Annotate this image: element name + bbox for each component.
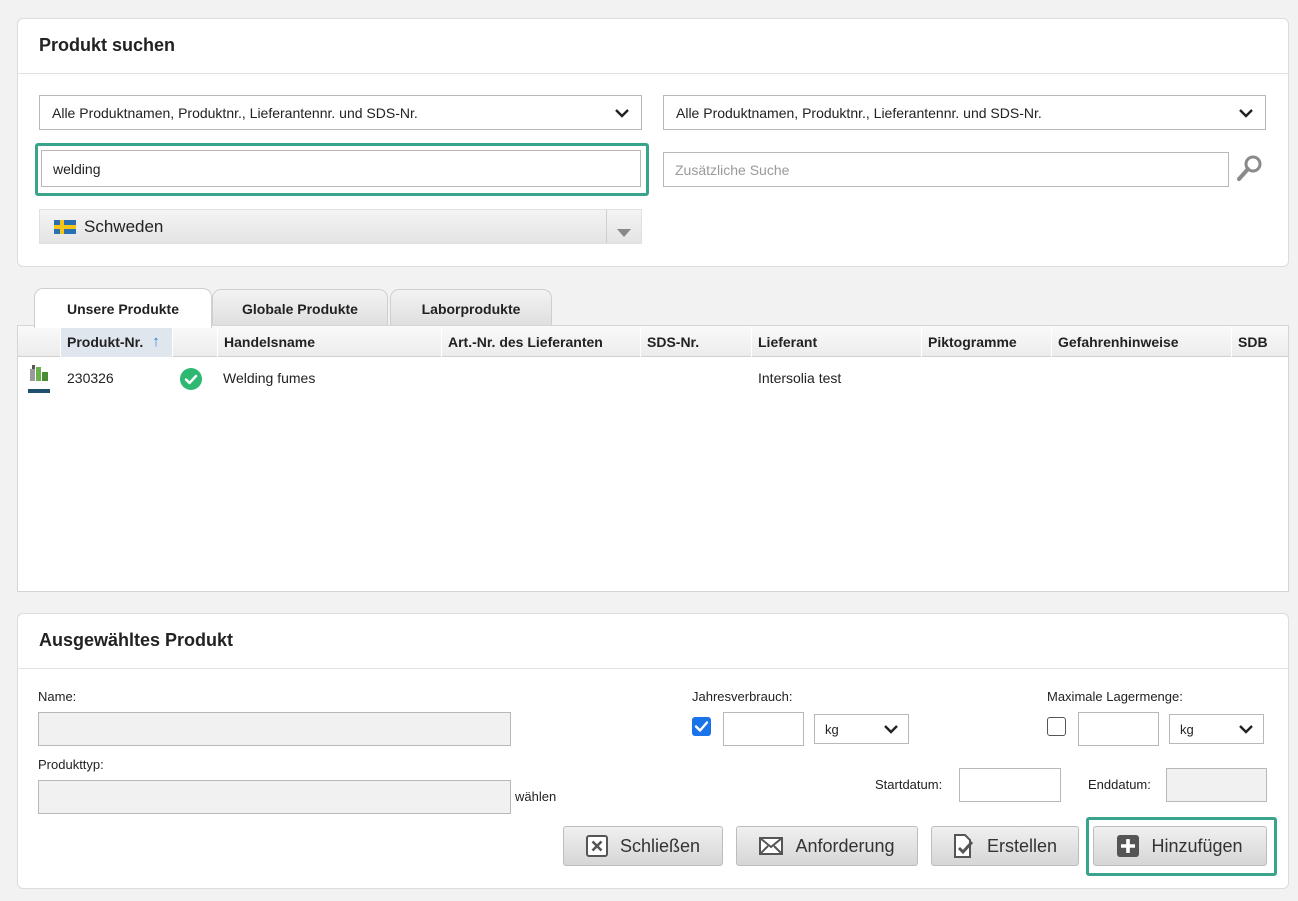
- sort-arrow-icon: ↑: [152, 333, 160, 350]
- column-header-label: Gefahrenhinweise: [1058, 333, 1179, 350]
- column-status: [173, 326, 218, 357]
- close-button[interactable]: Schließen: [563, 826, 723, 866]
- annual-consumption-checkbox[interactable]: [692, 717, 711, 736]
- annual-unit-value: kg: [825, 721, 839, 737]
- search-panel-title: Produkt suchen: [39, 35, 176, 55]
- divider: [18, 73, 1288, 74]
- column-header-art-nr[interactable]: Art.-Nr. des Lieferanten: [442, 326, 641, 357]
- column-header-label: Piktogramme: [928, 333, 1017, 350]
- annual-consumption-label: Jahresverbrauch:: [692, 689, 793, 704]
- tab-label: Globale Produkte: [242, 300, 358, 317]
- column-header-sds-nr[interactable]: SDS-Nr.: [641, 326, 752, 357]
- tab-unsere-produkte[interactable]: Unsere Produkte: [34, 288, 212, 328]
- envelope-icon: [759, 837, 784, 855]
- search-scope-dropdown-right[interactable]: Alle Produktnamen, Produktnr., Lieferant…: [663, 95, 1266, 130]
- tab-laborprodukte[interactable]: Laborprodukte: [390, 289, 552, 327]
- search-scope-dropdown-left[interactable]: Alle Produktnamen, Produktnr., Lieferant…: [39, 95, 642, 130]
- request-button-label: Anforderung: [795, 835, 895, 856]
- plus-icon: [1117, 835, 1140, 857]
- create-button[interactable]: Erstellen: [931, 826, 1079, 866]
- cell-trade-name: Welding fumes: [223, 370, 316, 386]
- annual-consumption-input[interactable]: [723, 712, 804, 746]
- choose-link[interactable]: wählen: [515, 789, 556, 804]
- column-header-piktogramme[interactable]: Piktogramme: [922, 326, 1052, 357]
- search-input-value: welding: [53, 160, 101, 177]
- tab-label: Unsere Produkte: [66, 300, 180, 317]
- product-type-field: [38, 780, 511, 814]
- column-header-handelsname[interactable]: Handelsname: [218, 326, 442, 357]
- tab-globale-produkte[interactable]: Globale Produkte: [212, 289, 388, 327]
- annual-unit-select[interactable]: kg: [814, 714, 909, 744]
- document-pen-icon: [953, 834, 975, 858]
- column-header-label: SDB: [1238, 333, 1268, 350]
- search-input[interactable]: welding: [41, 150, 641, 187]
- chevron-down-icon: [1239, 106, 1253, 120]
- add-button[interactable]: Hinzufügen: [1093, 826, 1267, 866]
- start-date-input[interactable]: [959, 768, 1061, 802]
- column-header-label: SDS-Nr.: [647, 333, 700, 350]
- close-box-icon: [585, 835, 608, 857]
- column-header-produkt-nr[interactable]: Produkt-Nr. ↑: [61, 326, 173, 357]
- cell-supplier: Intersolia test: [758, 370, 842, 386]
- create-button-label: Erstellen: [986, 835, 1058, 856]
- max-unit-select[interactable]: kg: [1169, 714, 1264, 744]
- product-icon: [28, 363, 50, 393]
- search-scope-right-value: Alle Produktnamen, Produktnr., Lieferant…: [676, 104, 1042, 121]
- add-button-label: Hinzufügen: [1151, 835, 1243, 856]
- products-table: Produkt-Nr. ↑ Handelsname Art.-Nr. des L…: [17, 325, 1289, 592]
- cell-product-no: 230326: [67, 370, 114, 386]
- additional-search-input[interactable]: Zusätzliche Suche: [663, 152, 1229, 187]
- additional-search-placeholder: Zusätzliche Suche: [675, 161, 790, 178]
- start-date-label: Startdatum:: [875, 777, 943, 792]
- search-icon[interactable]: [1236, 154, 1264, 182]
- request-button[interactable]: Anforderung: [736, 826, 918, 866]
- chevron-down-icon: [884, 722, 898, 736]
- end-date-input: [1166, 768, 1267, 802]
- max-unit-value: kg: [1180, 721, 1194, 737]
- country-value: Schweden: [84, 216, 164, 236]
- column-header-label: Handelsname: [224, 333, 316, 350]
- product-type-label: Produkttyp:: [38, 757, 104, 772]
- end-date-label: Enddatum:: [1088, 777, 1151, 792]
- table-row[interactable]: 230326 Welding fumes Intersolia test: [18, 358, 1288, 398]
- divider: [18, 668, 1288, 669]
- chevron-down-icon: [1239, 722, 1253, 736]
- sweden-flag-icon: [54, 219, 76, 234]
- column-header-sdb[interactable]: SDB: [1232, 326, 1288, 357]
- column-header-label: Produkt-Nr.: [67, 333, 144, 350]
- search-scope-left-value: Alle Produktnamen, Produktnr., Lieferant…: [52, 104, 418, 121]
- dropdown-divider: [606, 210, 607, 243]
- max-storage-checkbox[interactable]: [1047, 717, 1066, 736]
- name-label: Name:: [38, 689, 77, 704]
- column-header-label: Lieferant: [758, 333, 818, 350]
- column-header-gefahrenhinweise[interactable]: Gefahrenhinweise: [1052, 326, 1232, 357]
- max-storage-label: Maximale Lagermenge:: [1047, 689, 1183, 704]
- table-header: Produkt-Nr. ↑ Handelsname Art.-Nr. des L…: [18, 326, 1288, 357]
- selected-panel-title: Ausgewähltes Produkt: [39, 630, 234, 650]
- column-icon: [18, 326, 61, 357]
- chevron-down-icon: [615, 106, 629, 120]
- approved-check-icon: [180, 368, 202, 390]
- name-field: [38, 712, 511, 746]
- tab-label: Laborprodukte: [421, 300, 521, 317]
- caret-down-icon: [617, 223, 631, 243]
- close-button-label: Schließen: [619, 835, 701, 856]
- max-storage-input[interactable]: [1078, 712, 1159, 746]
- column-header-label: Art.-Nr. des Lieferanten: [448, 333, 603, 350]
- column-header-lieferant[interactable]: Lieferant: [752, 326, 922, 357]
- country-select[interactable]: Schweden: [39, 209, 642, 244]
